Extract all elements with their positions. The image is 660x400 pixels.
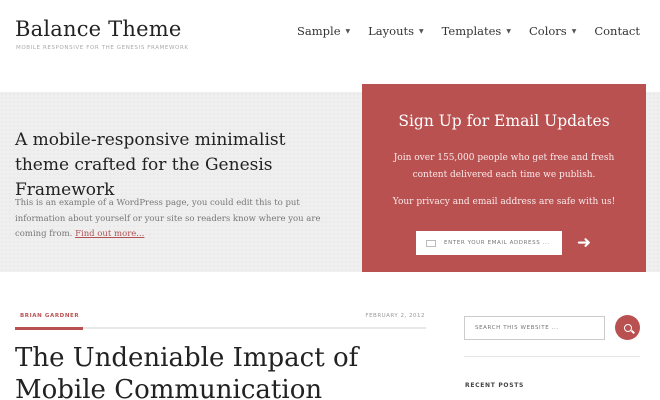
site-header: Balance Theme Mobile Responsive for the …: [0, 0, 660, 92]
email-field[interactable]: [416, 231, 562, 255]
signup-title: Sign Up for Email Updates: [398, 112, 610, 130]
nav-item-contact[interactable]: Contact: [594, 24, 640, 38]
find-out-more-link[interactable]: Find out more...: [75, 229, 144, 239]
nav-item-templates[interactable]: Templates ▼: [442, 24, 511, 38]
email-signup-box: Sign Up for Email Updates Join over 155,…: [362, 84, 646, 272]
nav-item-label: Layouts: [368, 24, 414, 38]
search-field[interactable]: [464, 316, 605, 340]
site-title[interactable]: Balance Theme: [15, 17, 181, 41]
post-title[interactable]: The Undeniable Impact of Mobile Communic…: [15, 342, 415, 400]
nav-item-colors[interactable]: Colors ▼: [529, 24, 576, 38]
hero-body: This is an example of a WordPress page, …: [15, 198, 321, 239]
nav-item-label: Contact: [594, 24, 640, 38]
hero-heading: A mobile-responsive minimalist theme cra…: [15, 130, 286, 200]
arrow-right-icon: ➜: [576, 233, 592, 253]
caret-down-icon: ▼: [419, 27, 424, 35]
subscribe-button[interactable]: ➜: [572, 232, 596, 254]
hero-text: This is an example of a WordPress page, …: [15, 196, 325, 243]
nav-item-label: Sample: [297, 24, 341, 38]
caret-down-icon: ▼: [571, 27, 577, 35]
search-input[interactable]: [475, 325, 595, 331]
post-author-link[interactable]: Brian Gardner: [20, 313, 79, 319]
nav-item-label: Templates: [441, 24, 502, 38]
nav-item-label: Colors: [528, 24, 567, 38]
post-date: February 2, 2012: [365, 313, 425, 319]
site-description: Mobile Responsive for the Genesis Framew…: [16, 45, 189, 51]
search-icon: [623, 323, 632, 332]
caret-down-icon: ▼: [506, 27, 511, 35]
signup-text: Join over 155,000 people who get free an…: [393, 153, 615, 180]
caret-down-icon: ▼: [345, 27, 351, 35]
nav-item-sample[interactable]: Sample ▼: [297, 24, 350, 38]
primary-nav: Sample ▼ Layouts ▼ Templates ▼ Colors ▼ …: [279, 24, 640, 38]
mail-icon: [426, 239, 436, 247]
search-button[interactable]: [615, 315, 640, 340]
sidebar-divider: [464, 356, 640, 357]
recent-posts-heading: Recent Posts: [465, 382, 525, 389]
signup-privacy-note: Your privacy and email address are safe …: [392, 197, 616, 207]
meta-accent-bar: [15, 327, 83, 330]
email-input[interactable]: [444, 240, 554, 246]
nav-item-layouts[interactable]: Layouts ▼: [368, 24, 423, 38]
post-meta: Brian Gardner February 2, 2012: [15, 313, 426, 331]
